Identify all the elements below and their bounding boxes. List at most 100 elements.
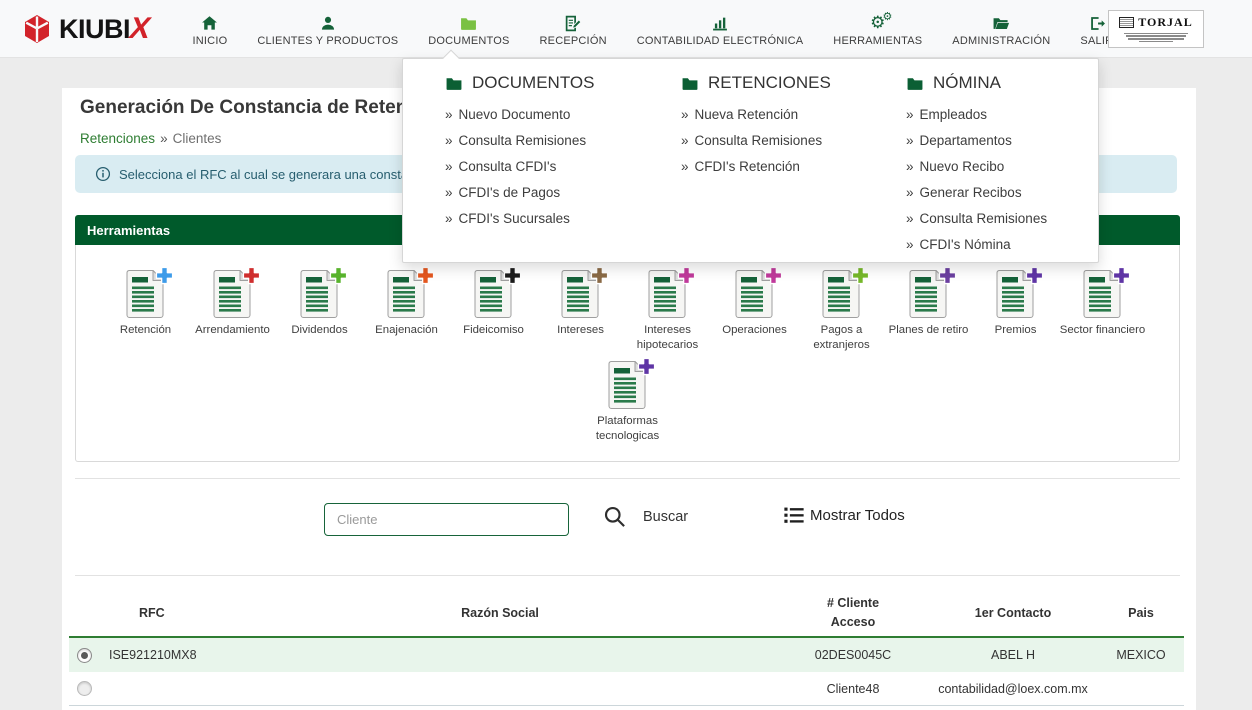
search-icon — [603, 505, 626, 528]
tool-arrendamiento[interactable]: Arrendamiento — [189, 269, 276, 354]
nav-item-recepcion[interactable]: RECEPCIÓN — [525, 0, 622, 58]
top-navbar: KIUBIX INICIO CLIENTES Y PRODUCTOS DOCUM… — [0, 0, 1252, 58]
menu-item-consulta-remisiones[interactable]: »Consulta Remisiones — [445, 128, 594, 154]
menu-item-cfdis-de-pagos[interactable]: »CFDI's de Pagos — [445, 180, 594, 206]
tool-label: Retención — [120, 323, 171, 338]
nav-label: CLIENTES Y PRODUCTOS — [257, 35, 398, 47]
kiubix-cube-icon — [22, 13, 52, 45]
tool-label: Arrendamiento — [195, 323, 270, 338]
table-row[interactable]: ISE921210MX8 02DES0045C ABEL H MEXICO — [69, 638, 1184, 672]
tool-label: Planes de retiro — [889, 323, 969, 338]
menu-item-cfdis-sucursales[interactable]: »CFDI's Sucursales — [445, 206, 594, 232]
breadcrumb-separator: » — [160, 131, 168, 146]
torjal-name: TORJAL — [1138, 15, 1192, 30]
rfc-radio[interactable] — [77, 648, 92, 663]
nav-label: HERRAMIENTAS — [833, 35, 922, 47]
herramientas-panel-body: Retención Arrendamiento Dividendos Enaje… — [75, 245, 1180, 462]
rfc-radio[interactable] — [77, 681, 92, 696]
plus-icon — [329, 266, 348, 285]
menu-item-cfdis-retencion[interactable]: »CFDI's Retención — [681, 154, 831, 180]
menu-item-consulta-remisiones-ret[interactable]: »Consulta Remisiones — [681, 128, 831, 154]
nav-items: INICIO CLIENTES Y PRODUCTOS DOCUMENTOS R… — [178, 0, 1129, 58]
tool-fideicomiso[interactable]: Fideicomiso — [450, 269, 537, 354]
menu-item-empleados[interactable]: »Empleados — [906, 102, 1047, 128]
plus-icon — [938, 266, 957, 285]
folder-icon — [906, 75, 924, 92]
tool-enajenacion[interactable]: Enajenación — [363, 269, 450, 354]
tool-operaciones[interactable]: Operaciones — [711, 269, 798, 354]
plus-icon — [1112, 266, 1131, 285]
menu-item-nuevo-documento[interactable]: »Nuevo Documento — [445, 102, 594, 128]
tool-pagos-a-extranjeros[interactable]: Pagos a extranjeros — [798, 269, 885, 354]
table-row[interactable]: Cliente48 contabilidad@loex.com.mx — [69, 672, 1184, 706]
tool-label: Enajenación — [375, 323, 438, 338]
tool-intereses[interactable]: Intereses — [537, 269, 624, 354]
plus-icon — [242, 266, 261, 285]
cell-cliente-acceso: Cliente48 — [778, 682, 928, 696]
cell-cliente-acceso: 02DES0045C — [778, 648, 928, 662]
tools-row-1: Retención Arrendamiento Dividendos Enaje… — [76, 269, 1179, 354]
torjal-logo: TORJAL — [1108, 10, 1204, 48]
open-folder-icon — [991, 10, 1011, 32]
torjal-address-lines — [1124, 32, 1188, 44]
menu-item-departamentos[interactable]: »Departamentos — [906, 128, 1047, 154]
plus-icon — [590, 266, 609, 285]
brand-text: KIUBIX — [59, 12, 150, 46]
cliente-search-input[interactable] — [324, 503, 569, 536]
dropdown-column-retenciones: RETENCIONES »Nueva Retención »Consulta R… — [681, 73, 831, 180]
tool-sector-financiero[interactable]: Sector financiero — [1059, 269, 1146, 354]
nav-item-documentos[interactable]: DOCUMENTOS — [413, 0, 524, 58]
cell-pais: MEXICO — [1098, 648, 1184, 662]
plus-icon — [1025, 266, 1044, 285]
home-icon — [200, 10, 219, 32]
breadcrumb-retenciones[interactable]: Retenciones — [80, 131, 155, 146]
cell-1er-contacto: ABEL H — [928, 648, 1098, 662]
mostrar-todos-button[interactable]: Mostrar Todos — [783, 504, 905, 526]
table-header-row: RFC Razón Social # Cliente Acceso 1er Co… — [69, 590, 1184, 638]
plus-icon — [503, 266, 522, 285]
tool-label: Intereses hipotecarios — [624, 323, 711, 354]
dropdown-header-retenciones[interactable]: RETENCIONES — [681, 73, 831, 93]
nav-label: INICIO — [193, 35, 228, 47]
breadcrumb-clientes: Clientes — [173, 131, 222, 146]
nav-item-contabilidad-electronica[interactable]: CONTABILIDAD ELECTRÓNICA — [622, 0, 819, 58]
tools-row-2: Plataformas tecnologicas — [76, 360, 1179, 445]
menu-item-generar-recibos[interactable]: »Generar Recibos — [906, 180, 1047, 206]
folder-icon — [445, 75, 463, 92]
tool-plataformas-tecnologicas[interactable]: Plataformas tecnologicas — [584, 360, 671, 445]
tool-label: Pagos a extranjeros — [798, 323, 885, 354]
plus-icon — [637, 357, 656, 376]
tool-retencion[interactable]: Retención — [102, 269, 189, 354]
nav-label: CONTABILIDAD ELECTRÓNICA — [637, 35, 804, 47]
tool-premios[interactable]: Premios — [972, 269, 1059, 354]
nav-item-administracion[interactable]: ADMINISTRACIÓN — [937, 0, 1065, 58]
nav-label: DOCUMENTOS — [428, 35, 509, 47]
dropdown-header-documentos[interactable]: DOCUMENTOS — [445, 73, 594, 93]
menu-item-nuevo-recibo[interactable]: »Nuevo Recibo — [906, 154, 1047, 180]
nav-item-clientes-y-productos[interactable]: CLIENTES Y PRODUCTOS — [242, 0, 413, 58]
plus-icon — [851, 266, 870, 285]
header-1er-contacto: 1er Contacto — [928, 606, 1098, 620]
tool-label: Operaciones — [722, 323, 787, 338]
nav-label: ADMINISTRACIÓN — [952, 35, 1050, 47]
menu-item-cfdis-nomina[interactable]: »CFDI's Nómina — [906, 232, 1047, 258]
dropdown-header-nomina[interactable]: NÓMINA — [906, 73, 1047, 93]
menu-item-consulta-cfdis[interactable]: »Consulta CFDI's — [445, 154, 594, 180]
divider — [75, 575, 1180, 576]
dropdown-column-nomina: NÓMINA »Empleados »Departamentos »Nuevo … — [906, 73, 1047, 258]
nav-item-herramientas[interactable]: ⚙⚙ HERRAMIENTAS — [818, 0, 937, 58]
gears-icon: ⚙⚙ — [870, 10, 885, 32]
nav-item-inicio[interactable]: INICIO — [178, 0, 243, 58]
plus-icon — [155, 266, 174, 285]
tool-planes-de-retiro[interactable]: Planes de retiro — [885, 269, 972, 354]
menu-item-consulta-remisiones-nom[interactable]: »Consulta Remisiones — [906, 206, 1047, 232]
tool-label: Fideicomiso — [463, 323, 524, 338]
tool-intereses-hipotecarios[interactable]: Intereses hipotecarios — [624, 269, 711, 354]
kiubix-logo[interactable]: KIUBIX — [22, 12, 150, 46]
buscar-button[interactable]: Buscar — [603, 505, 688, 528]
person-icon — [319, 10, 337, 32]
menu-item-nueva-retencion[interactable]: »Nueva Retención — [681, 102, 831, 128]
tool-dividendos[interactable]: Dividendos — [276, 269, 363, 354]
documentos-dropdown-menu: DOCUMENTOS »Nuevo Documento »Consulta Re… — [402, 58, 1099, 263]
cell-rfc: ISE921210MX8 — [99, 648, 380, 662]
